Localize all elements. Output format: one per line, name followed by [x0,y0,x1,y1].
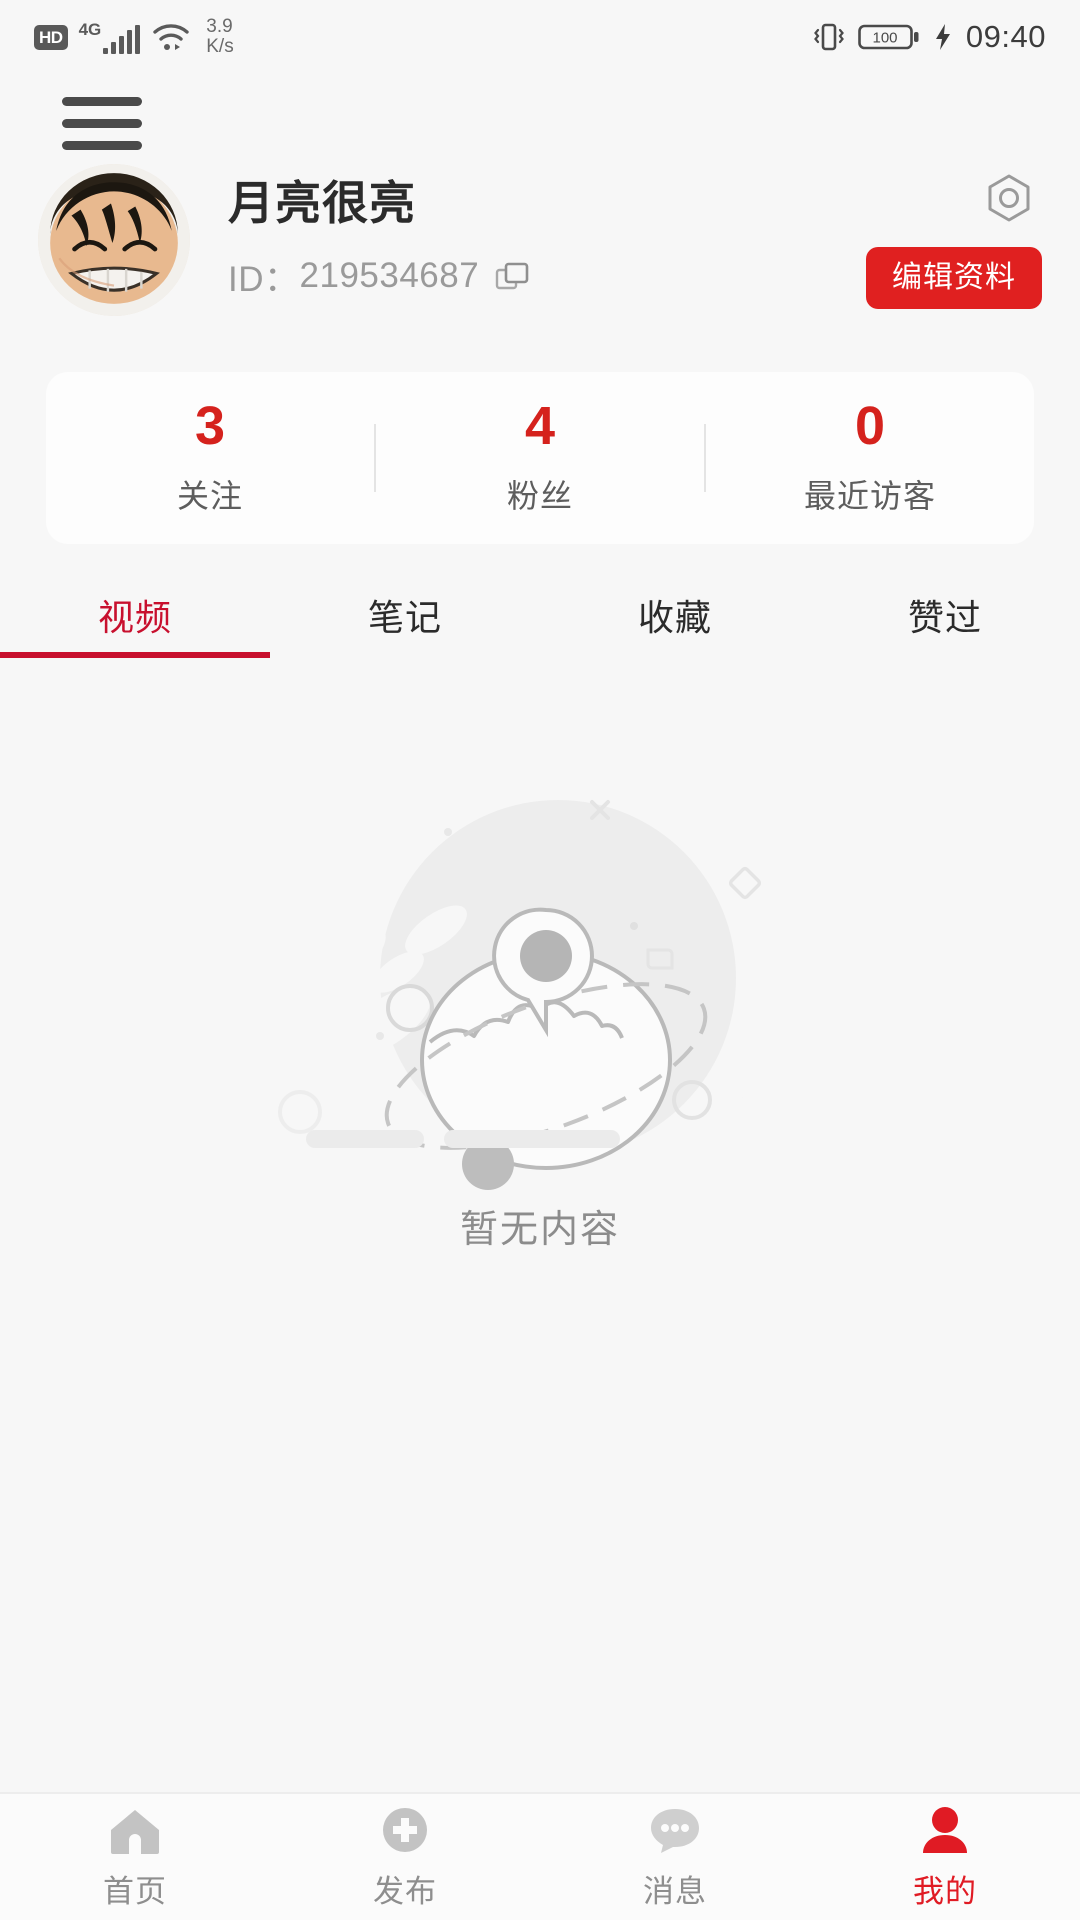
avatar[interactable] [38,164,190,316]
nav-item-mine[interactable]: 我的 [810,1794,1080,1920]
wifi-icon [153,24,189,50]
plus-circle-icon [383,1807,427,1852]
network-speed: 3.9 K/s [206,17,233,57]
hd-icon: HD [34,24,68,50]
settings-hexagon-icon[interactable] [982,171,1036,225]
stat-value: 0 [854,396,886,456]
nav-item-publish[interactable]: 发布 [270,1794,540,1920]
chat-bubble-icon [651,1808,699,1853]
profile-actions: 编辑资料 [866,170,1042,310]
profile-header: 月亮很亮 ID： 219534687 编辑资料 [0,164,1080,316]
planet-empty-illustration [267,800,793,1190]
menu-bar-3 [62,140,142,150]
vibrate-icon [813,23,844,51]
profile-info: 月亮很亮 ID： 219534687 [228,178,866,302]
nav-label: 我的 [913,1873,977,1909]
signal-strength-bars [103,24,141,54]
tab-collection[interactable]: 收藏 [540,572,810,658]
user-id-value: 219534687 [299,256,480,296]
nav-item-home[interactable]: 首页 [0,1794,270,1920]
menu-bar-2 [62,118,142,128]
user-id-label: ID： [228,259,300,299]
battery-icon: 100 [858,24,919,50]
empty-state: 暂无内容 [0,660,1080,1790]
tab-liked[interactable]: 赞过 [810,572,1080,658]
tab-notes[interactable]: 笔记 [270,572,540,658]
stat-following[interactable]: 3 关注 [46,399,374,517]
copy-icon[interactable] [495,259,529,293]
stat-recent-visitors[interactable]: 0 最近访客 [706,399,1034,517]
empty-state-message: 暂无内容 [459,1209,620,1251]
speed-unit: K/s [206,36,234,57]
speed-value: 3.9 [206,16,233,37]
username: 月亮很亮 [228,177,416,230]
status-bar-left: HD 4G 3.9 K/s [34,17,234,57]
status-bar: HD 4G 3.9 K/s 100 09:40 [0,0,1080,74]
svg-text:100: 100 [872,30,897,47]
bottom-navigation: 首页 发布 消息 我的 [0,1792,1080,1920]
signal-bars-icon: 4G [79,21,141,54]
stat-label: 最近访客 [803,478,936,514]
edit-profile-button[interactable]: 编辑资料 [866,247,1042,309]
status-bar-right: 100 09:40 [811,19,1046,55]
nav-label: 首页 [103,1873,167,1909]
content-tabs: 视频 笔记 收藏 赞过 [0,572,1080,658]
stat-label: 关注 [176,478,243,514]
charging-bolt-icon [935,24,950,50]
clock-time: 09:40 [965,19,1046,54]
menu-bar-1 [62,96,142,106]
stat-label: 粉丝 [506,478,573,514]
hamburger-menu-icon[interactable] [58,88,146,158]
stats-card: 3 关注 4 粉丝 0 最近访客 [46,372,1034,544]
phone-screen: HD 4G 3.9 K/s 100 09:40 月亮很亮 ID： 2195346… [0,0,1080,1920]
stat-value: 4 [524,396,556,456]
home-icon [111,1809,159,1854]
nav-label: 消息 [643,1873,707,1909]
nav-label: 发布 [373,1873,437,1909]
user-id-row[interactable]: ID： 219534687 [228,251,866,302]
network-type-label: 4G [78,19,102,39]
stat-value: 3 [194,396,226,456]
tab-video[interactable]: 视频 [0,572,270,658]
nav-item-messages[interactable]: 消息 [540,1794,810,1920]
stat-fans[interactable]: 4 粉丝 [376,399,704,517]
person-icon [923,1806,967,1853]
